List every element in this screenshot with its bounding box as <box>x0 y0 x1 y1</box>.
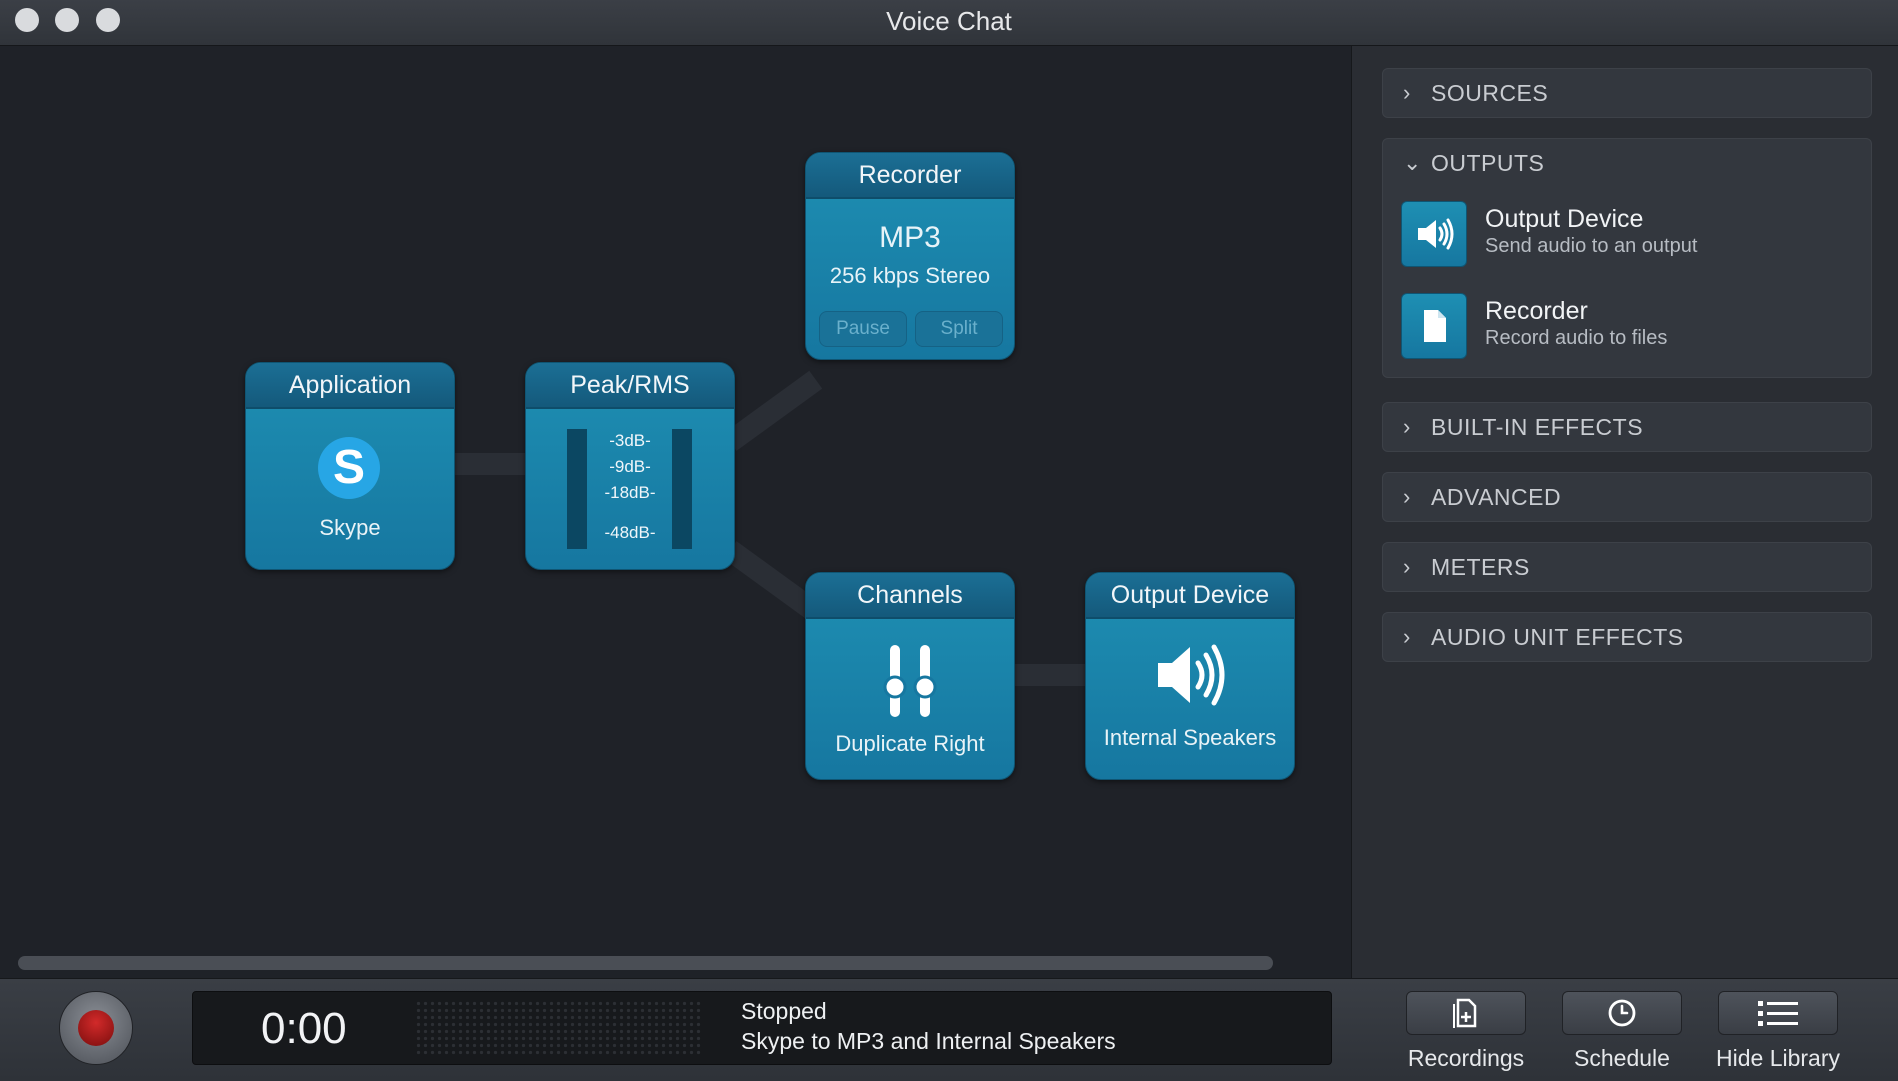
channels-mode-label: Duplicate Right <box>835 731 985 756</box>
skype-icon: S <box>318 437 380 499</box>
wire-peak-recorder <box>723 370 823 451</box>
library-item-output-device[interactable]: Output Device Send audio to an output <box>1401 201 1861 267</box>
meter-mark-9db: -9dB- <box>609 457 651 476</box>
section-label: AUDIO UNIT EFFECTS <box>1431 624 1684 650</box>
chevron-right-icon: › <box>1403 414 1411 439</box>
recorder-node[interactable]: Recorder MP3 256 kbps Stereo Pause Split <box>805 152 1015 360</box>
recordings-button[interactable] <box>1406 991 1526 1035</box>
pipeline-canvas[interactable]: Application S Skype Peak/RMS -3dB- -9dB-… <box>0 46 1350 948</box>
library-item-description: Send audio to an output <box>1485 235 1698 257</box>
output-device-node[interactable]: Output Device Internal Speakers <box>1085 572 1295 780</box>
channels-node[interactable]: Channels Duplicate Right <box>805 572 1015 780</box>
section-outputs: ⌄ OUTPUTS Output Device Send audio to an … <box>1382 138 1872 378</box>
section-label: BUILT-IN EFFECTS <box>1431 414 1644 440</box>
chevron-right-icon: › <box>1403 80 1411 105</box>
schedule-button[interactable] <box>1562 991 1682 1035</box>
meter-mark-48db: -48dB- <box>604 523 656 542</box>
recordings-label: Recordings <box>1407 1045 1525 1071</box>
window-title: Voice Chat <box>886 6 1012 36</box>
chevron-down-icon: ⌄ <box>1403 150 1422 175</box>
bottom-bar: 0:00 Stopped Skype to MP3 and Internal S… <box>0 978 1898 1081</box>
output-device-name: Internal Speakers <box>1103 725 1277 750</box>
status-summary: Skype to MP3 and Internal Speakers <box>741 1028 1116 1054</box>
library-item-name: Output Device <box>1485 205 1644 233</box>
section-audio-unit-effects[interactable]: › AUDIO UNIT EFFECTS <box>1382 612 1872 662</box>
channels-node-title: Channels <box>806 573 1014 619</box>
hide-library-tool[interactable]: Hide Library <box>1704 991 1852 1072</box>
section-label: METERS <box>1431 554 1530 580</box>
hide-library-label: Hide Library <box>1716 1045 1840 1071</box>
status-text: Stopped <box>741 998 827 1024</box>
peak-rms-node-title: Peak/RMS <box>526 363 734 409</box>
clock-icon <box>1608 999 1636 1027</box>
status-display: 0:00 Stopped Skype to MP3 and Internal S… <box>192 991 1332 1065</box>
chevron-right-icon: › <box>1403 624 1411 649</box>
recordings-tool[interactable]: Recordings <box>1392 991 1540 1072</box>
meter-mark-18db: -18dB- <box>604 483 656 502</box>
section-label: ADVANCED <box>1431 484 1562 510</box>
level-meter: -3dB- -9dB- -18dB- -48dB- <box>526 409 734 569</box>
section-sources[interactable]: › SOURCES <box>1382 68 1872 118</box>
schedule-label: Schedule <box>1574 1045 1670 1071</box>
output-device-node-title: Output Device <box>1086 573 1294 619</box>
section-advanced[interactable]: › ADVANCED <box>1382 472 1872 522</box>
speaker-icon <box>1401 201 1467 267</box>
section-meters[interactable]: › METERS <box>1382 542 1872 592</box>
speaker-icon <box>1158 644 1225 706</box>
meter-mark-3db: -3dB- <box>609 431 651 450</box>
recorder-quality: 256 kbps Stereo <box>829 263 991 288</box>
section-label: SOURCES <box>1431 80 1549 106</box>
section-outputs-header[interactable]: ⌄ OUTPUTS <box>1383 139 1871 187</box>
pause-button[interactable]: Pause <box>819 311 907 347</box>
sliders-icon <box>883 645 937 717</box>
section-label: OUTPUTS <box>1431 150 1545 176</box>
library-panel: › SOURCES ⌄ OUTPUTS Output Device Send aud… <box>1351 46 1898 978</box>
elapsed-timer: 0:00 <box>261 1004 347 1053</box>
record-icon <box>78 1010 114 1046</box>
horizontal-scrollbar[interactable] <box>18 956 1273 970</box>
title-bar: Voice Chat <box>0 0 1898 46</box>
library-item-description: Record audio to files <box>1485 327 1668 349</box>
split-button[interactable]: Split <box>915 311 1003 347</box>
waveform-display <box>415 1000 703 1056</box>
chevron-right-icon: › <box>1403 484 1411 509</box>
chevron-right-icon: › <box>1403 554 1411 579</box>
section-built-in-effects[interactable]: › BUILT-IN EFFECTS <box>1382 402 1872 452</box>
application-node-title: Application <box>246 363 454 409</box>
wire-channels-output <box>1012 664 1088 686</box>
hide-library-button[interactable] <box>1718 991 1838 1035</box>
peak-rms-node[interactable]: Peak/RMS -3dB- -9dB- -18dB- -48dB- <box>525 362 735 570</box>
list-icon <box>1758 1001 1798 1026</box>
library-item-recorder[interactable]: Recorder Record audio to files <box>1401 293 1861 359</box>
document-icon <box>1401 293 1467 359</box>
recorder-format: MP3 <box>879 221 941 254</box>
wire-application-peak <box>452 453 528 475</box>
schedule-tool[interactable]: Schedule <box>1548 991 1696 1072</box>
library-item-name: Recorder <box>1485 297 1588 325</box>
recordings-icon <box>1453 998 1477 1028</box>
application-source-label: Skype <box>319 515 381 540</box>
recorder-node-title: Recorder <box>806 153 1014 199</box>
application-node[interactable]: Application S Skype <box>245 362 455 570</box>
record-button[interactable] <box>59 991 133 1065</box>
